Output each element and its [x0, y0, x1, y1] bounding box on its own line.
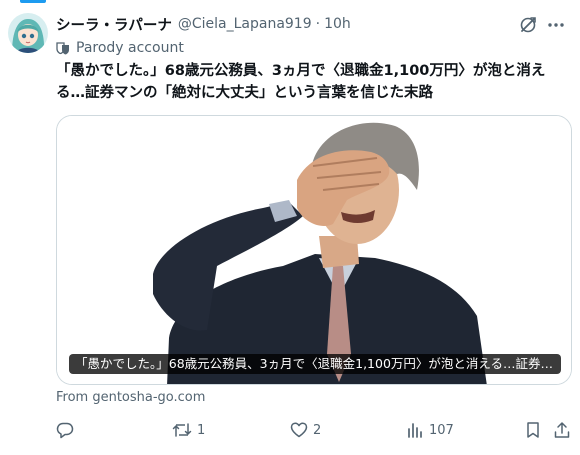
more-icon[interactable]: [546, 15, 566, 35]
retweet-count: 1: [197, 422, 206, 438]
retweet-button[interactable]: 1: [172, 419, 205, 441]
media-card[interactable]: 「愚かでした。」68歳元公務員、3ヵ月で〈退職金1,100万円〉が泡と消える…証…: [56, 115, 572, 385]
display-name[interactable]: シーラ・ラパーナ: [56, 14, 172, 35]
article-photo: [57, 116, 571, 384]
reply-button[interactable]: [56, 419, 79, 441]
views-button[interactable]: 107: [406, 419, 454, 441]
share-icon: [554, 422, 570, 438]
share-button[interactable]: [553, 419, 571, 441]
views-icon: [408, 423, 422, 438]
parody-label-text: Parody account: [76, 40, 184, 56]
timestamp[interactable]: 10h: [324, 16, 351, 32]
avatar-image: [8, 13, 48, 53]
action-bar: 1 2 107: [56, 419, 572, 441]
user-handle[interactable]: @Ciela_Lapana919: [178, 16, 312, 32]
heart-icon: [290, 422, 308, 438]
parody-mask-icon: [56, 42, 69, 55]
reply-icon: [56, 422, 74, 439]
parody-label: Parody account: [56, 38, 184, 58]
tweet-text: 「愚かでした。」68歳元公務員、3ヵ月で〈退職金1,100万円〉が泡と消える…証…: [56, 63, 546, 101]
avatar[interactable]: [8, 13, 48, 53]
view-count: 107: [429, 422, 454, 438]
like-button[interactable]: 2: [290, 419, 321, 441]
bookmark-button[interactable]: [524, 419, 542, 441]
tweet-header: シーラ・ラパーナ @Ciela_Lapana919 · 10h: [56, 14, 566, 34]
link-source[interactable]: From gentosha-go.com: [56, 390, 205, 405]
top-accent-bar: [20, 0, 46, 3]
bookmark-icon: [527, 422, 539, 438]
header-separator: ·: [315, 16, 321, 32]
media-caption: 「愚かでした。」68歳元公務員、3ヵ月で〈退職金1,100万円〉が泡と消える…証…: [69, 354, 561, 374]
retweet-icon: [172, 423, 192, 437]
grok-icon[interactable]: [518, 15, 538, 35]
like-count: 2: [313, 422, 322, 438]
